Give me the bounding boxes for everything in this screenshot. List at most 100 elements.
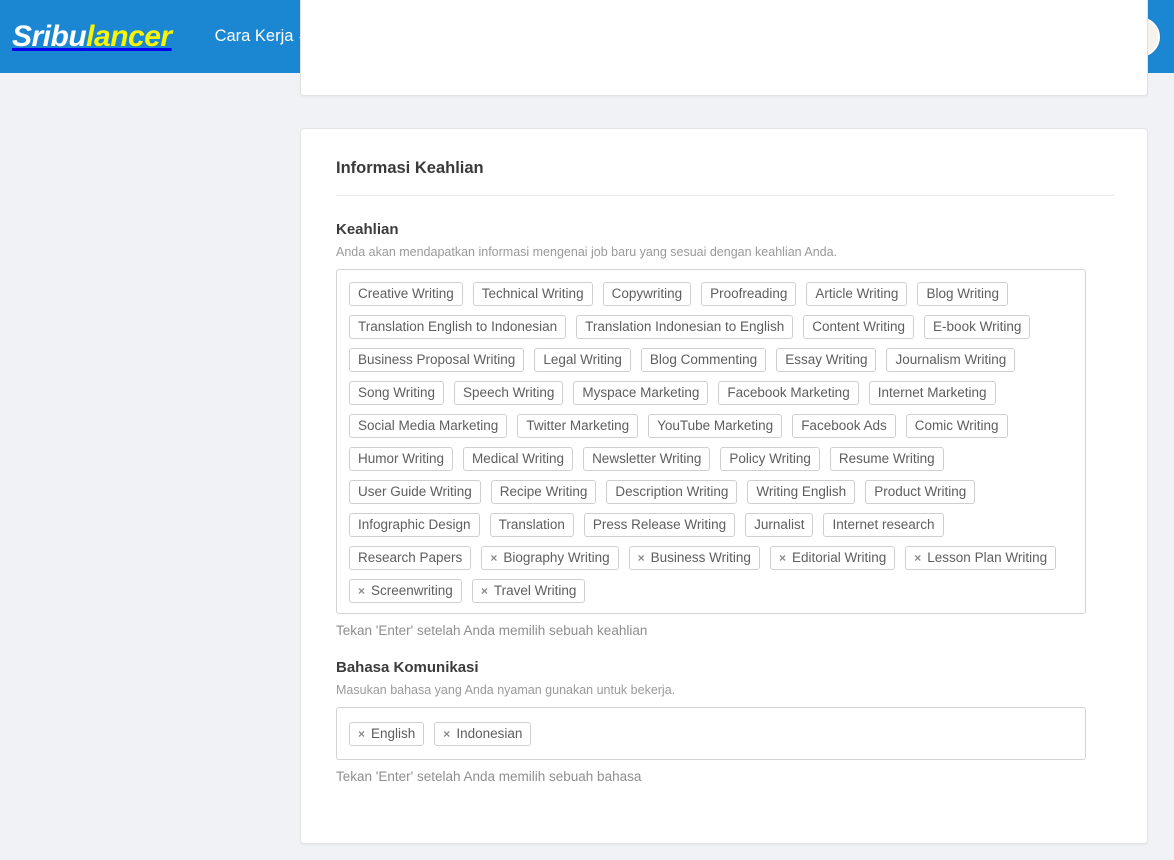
skills-tag[interactable]: Policy Writing: [720, 446, 820, 471]
tag-label: Travel Writing: [493, 582, 577, 598]
tag-label: Internet Marketing: [877, 384, 987, 400]
skills-tag[interactable]: Description Writing: [606, 479, 738, 504]
languages-hint-text: Tekan 'Enter' setelah Anda memilih sebua…: [336, 769, 642, 784]
tag-label: Twitter Marketing: [526, 417, 630, 433]
skills-tag[interactable]: Recipe Writing: [490, 479, 597, 504]
skills-tag[interactable]: Translation: [489, 512, 574, 537]
tag-label: Translation Indonesian to English: [585, 318, 785, 334]
remove-tag-icon[interactable]: ×: [490, 552, 497, 564]
skills-tag[interactable]: Article Writing: [806, 281, 908, 306]
skills-tag[interactable]: Writing English: [747, 479, 856, 504]
skills-tag-selected[interactable]: × Business Writing: [628, 545, 760, 570]
tag-label: Biography Writing: [503, 549, 610, 565]
skills-tag-input[interactable]: Creative Writing Technical Writing Copywri…: [336, 269, 1086, 614]
tag-label: Press Release Writing: [592, 516, 727, 532]
skills-tag[interactable]: Blog Commenting: [640, 347, 767, 372]
skills-tag[interactable]: Blog Writing: [917, 281, 1008, 306]
skills-tag[interactable]: Medical Writing: [463, 446, 574, 471]
languages-field-block: Bahasa Komunikasi Masukan bahasa yang An…: [336, 638, 1111, 784]
skills-tag[interactable]: Translation English to Indonesian: [349, 314, 567, 339]
tag-label: Editorial Writing: [791, 549, 887, 565]
remove-tag-icon[interactable]: ×: [779, 552, 786, 564]
skills-tag[interactable]: E-book Writing: [924, 314, 1031, 339]
skills-tag[interactable]: Technical Writing: [472, 281, 593, 306]
skills-tag[interactable]: Product Writing: [865, 479, 976, 504]
skills-tag[interactable]: Business Proposal Writing: [349, 347, 525, 372]
skills-tag[interactable]: Copywriting: [602, 281, 692, 306]
skills-tag[interactable]: Essay Writing: [776, 347, 877, 372]
skills-tag[interactable]: Humor Writing: [349, 446, 454, 471]
informasi-keahlian-card: Informasi Keahlian Keahlian Anda akan me…: [300, 128, 1148, 844]
skills-tag[interactable]: Newsletter Writing: [583, 446, 711, 471]
tag-label: Article Writing: [815, 285, 899, 301]
skills-tag-selected[interactable]: × Editorial Writing: [769, 545, 896, 570]
tag-label: Song Writing: [358, 384, 436, 400]
tag-label: Medical Writing: [472, 450, 565, 466]
tag-label: Writing English: [756, 483, 847, 499]
remove-tag-icon[interactable]: ×: [638, 552, 645, 564]
tag-label: YouTube Marketing: [657, 417, 774, 433]
skills-help-text: Anda akan mendapatkan informasi mengenai…: [336, 245, 838, 259]
nav-item-cara-kerja[interactable]: Cara Kerja: [215, 27, 308, 46]
skills-tag[interactable]: Twitter Marketing: [517, 413, 639, 438]
skills-tag-selected[interactable]: × Screenwriting: [349, 578, 462, 603]
skills-tag[interactable]: Facebook Ads: [792, 413, 896, 438]
skills-tag[interactable]: Jurnalist: [745, 512, 814, 537]
skills-tag[interactable]: Song Writing: [349, 380, 445, 405]
skills-tag[interactable]: Creative Writing: [349, 281, 463, 306]
remove-tag-icon[interactable]: ×: [443, 728, 450, 740]
tag-label: Newsletter Writing: [592, 450, 702, 466]
tag-label: Blog Writing: [926, 285, 999, 301]
tag-label: Business Writing: [650, 549, 751, 565]
skills-tag[interactable]: Journalism Writing: [886, 347, 1016, 372]
languages-tag-selected[interactable]: × English: [349, 721, 425, 746]
tag-label: Business Proposal Writing: [358, 351, 516, 367]
logo-text-primary: Sribu: [12, 19, 87, 53]
skills-tag[interactable]: Facebook Marketing: [718, 380, 859, 405]
remove-tag-icon[interactable]: ×: [914, 552, 921, 564]
tag-label: Product Writing: [874, 483, 967, 499]
skills-tag[interactable]: Infographic Design: [349, 512, 480, 537]
tag-label: Lesson Plan Writing: [927, 549, 1048, 565]
skills-tag[interactable]: Myspace Marketing: [573, 380, 709, 405]
remove-tag-icon[interactable]: ×: [358, 585, 365, 597]
languages-tag-selected[interactable]: × Indonesian: [434, 721, 532, 746]
tag-label: Creative Writing: [358, 285, 454, 301]
skills-tag-selected[interactable]: × Travel Writing: [471, 578, 586, 603]
skills-tag[interactable]: Translation Indonesian to English: [576, 314, 794, 339]
remove-tag-icon[interactable]: ×: [358, 728, 365, 740]
tag-label: Facebook Ads: [801, 417, 887, 433]
skills-tag[interactable]: Comic Writing: [905, 413, 1008, 438]
tag-label: English: [371, 725, 416, 741]
skills-tag[interactable]: Social Media Marketing: [349, 413, 508, 438]
tag-label: Comic Writing: [914, 417, 999, 433]
site-logo[interactable]: Sribulancer: [12, 20, 172, 54]
skills-tag[interactable]: YouTube Marketing: [648, 413, 783, 438]
languages-tag-input[interactable]: × English × Indonesian: [336, 707, 1086, 760]
skills-tag-selected[interactable]: × Biography Writing: [481, 545, 619, 570]
tag-label: Speech Writing: [463, 384, 555, 400]
skills-tag[interactable]: Research Papers: [349, 545, 472, 570]
skills-tag[interactable]: Content Writing: [803, 314, 915, 339]
tag-label: E-book Writing: [933, 318, 1022, 334]
skills-tag[interactable]: Resume Writing: [829, 446, 944, 471]
remove-tag-icon[interactable]: ×: [481, 585, 488, 597]
tag-label: Translation: [498, 516, 565, 532]
skills-label: Keahlian: [336, 221, 399, 238]
skills-tag[interactable]: User Guide Writing: [349, 479, 481, 504]
tag-label: Jurnalist: [754, 516, 805, 532]
logo-text-secondary: lancer: [86, 19, 172, 53]
skills-tag[interactable]: Internet research: [823, 512, 944, 537]
tag-label: Proofreading: [710, 285, 788, 301]
tag-label: Copywriting: [611, 285, 683, 301]
skills-tag[interactable]: Speech Writing: [454, 380, 564, 405]
skills-tag[interactable]: Legal Writing: [534, 347, 631, 372]
tag-label: Translation English to Indonesian: [358, 318, 558, 334]
skills-tag[interactable]: Proofreading: [701, 281, 797, 306]
skills-tag[interactable]: Press Release Writing: [583, 512, 736, 537]
tag-label: Technical Writing: [481, 285, 584, 301]
tag-label: Legal Writing: [543, 351, 622, 367]
skills-tag-selected[interactable]: × Lesson Plan Writing: [905, 545, 1057, 570]
tag-label: Research Papers: [358, 549, 463, 565]
skills-tag[interactable]: Internet Marketing: [868, 380, 996, 405]
